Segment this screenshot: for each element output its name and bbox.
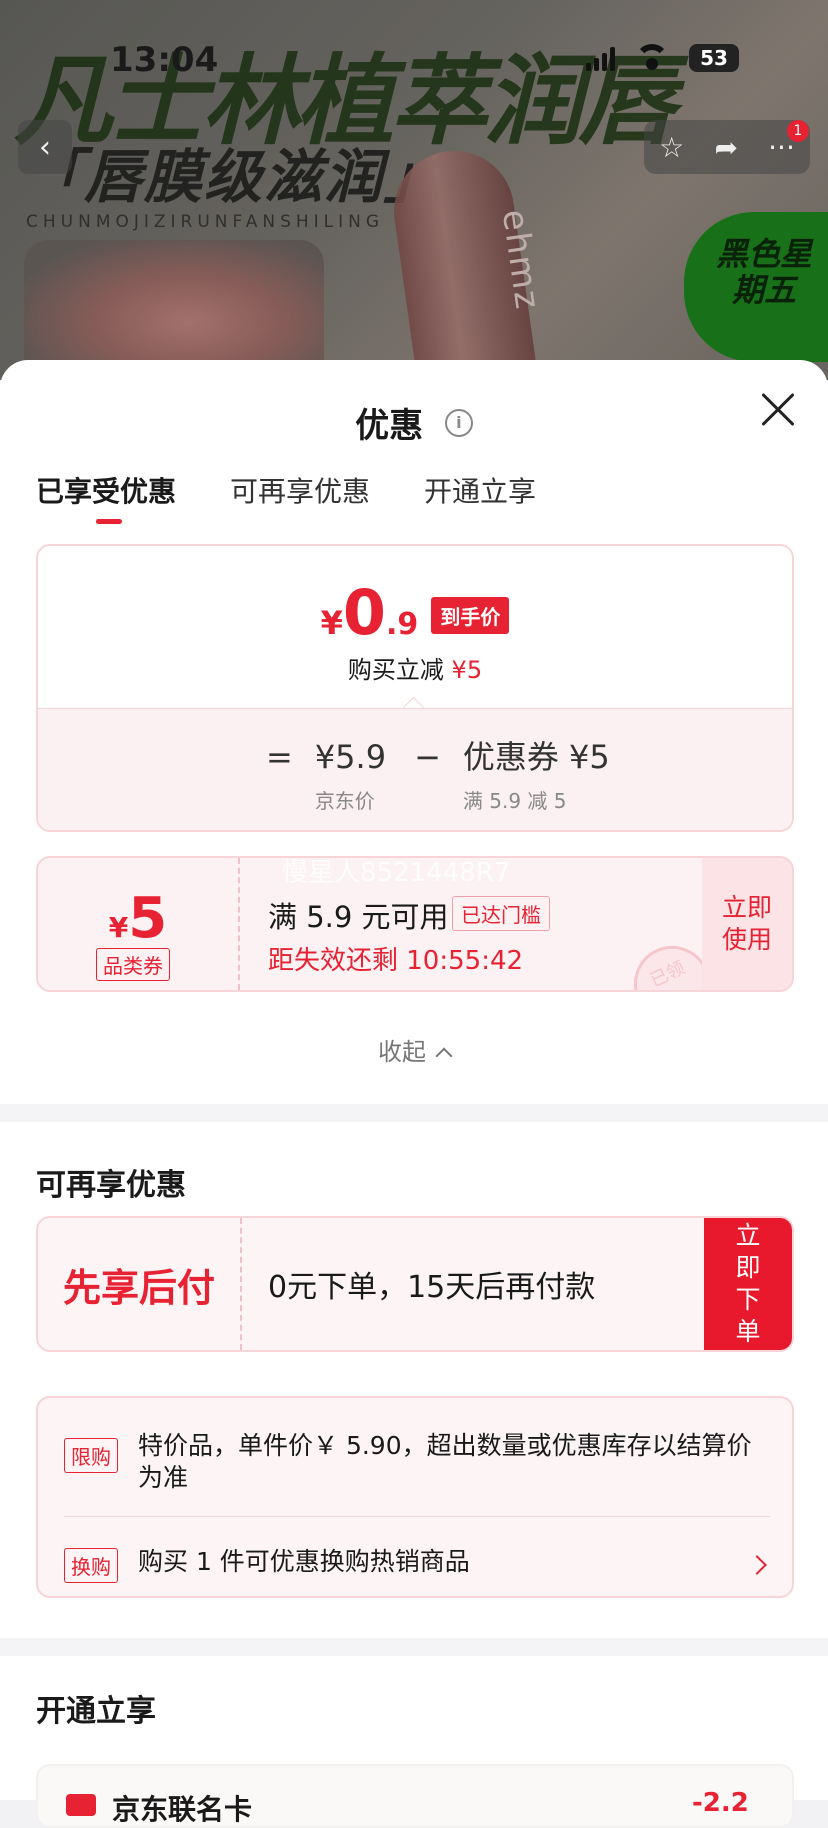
chevron-left-icon: ‹ bbox=[39, 129, 51, 165]
sheet-title: 优惠 i bbox=[0, 398, 828, 447]
final-price-tag: 到手价 bbox=[431, 597, 510, 634]
section-title-more: 可再享优惠 bbox=[36, 1168, 186, 1203]
coupon-deduction: 优惠券 ¥5 满 5.9 减 5 bbox=[462, 738, 610, 813]
chevron-up-icon bbox=[435, 1047, 453, 1065]
rule-text-exchange[interactable]: 购买 1 件可优惠换购热销商品 bbox=[138, 1546, 470, 1578]
coupon-watermark: 慢星人8521448R7 bbox=[282, 858, 511, 888]
coupon-amount: ¥5 bbox=[108, 886, 168, 951]
chevron-right-icon[interactable] bbox=[747, 1555, 767, 1575]
rule-text-limit: 特价品，单件价￥ 5.90，超出数量或优惠库存以结算价为准 bbox=[138, 1431, 752, 1492]
minus-sign: − bbox=[414, 738, 441, 776]
coupon-value-section: ¥5 品类券 bbox=[38, 858, 240, 990]
member-offer-amount: -2.2 bbox=[692, 1788, 749, 1818]
sheet-tabs: 已享受优惠 可再享优惠 开通立享 bbox=[36, 470, 536, 524]
member-offer-card[interactable]: 京东联名卡 -2.2 bbox=[36, 1764, 794, 1828]
purchase-reduction: 购买立减 ¥5 bbox=[347, 656, 483, 684]
notification-badge: 1 bbox=[787, 120, 809, 142]
bnpl-title: 先享后付 bbox=[38, 1218, 242, 1350]
buy-now-pay-later-card: 先享后付 0元下单，15天后再付款 立即下单 bbox=[36, 1216, 794, 1352]
threshold-badge: 已达门槛 bbox=[452, 896, 550, 931]
star-icon[interactable]: ☆ bbox=[659, 131, 684, 164]
rule-tag-limit: 限购 bbox=[64, 1438, 118, 1473]
order-now-button[interactable]: 立即下单 bbox=[704, 1218, 792, 1350]
wifi-icon bbox=[633, 44, 671, 72]
status-icons: 53 bbox=[586, 44, 739, 72]
final-price-card: ¥0.9 到手价 购买立减 ¥5 = ¥5.9 京东价 − 优惠券 ¥5 满 5… bbox=[36, 544, 794, 832]
purchase-rules-card: 限购 特价品，单件价￥ 5.90，超出数量或优惠库存以结算价为准 换购 购买 1… bbox=[36, 1396, 794, 1598]
collapse-button[interactable]: 收起 bbox=[0, 1032, 828, 1067]
signal-icon bbox=[586, 45, 615, 71]
rule-tag-exchange: 换购 bbox=[64, 1548, 118, 1583]
tab-more-discounts[interactable]: 可再享优惠 bbox=[230, 470, 370, 524]
back-button[interactable]: ‹ bbox=[18, 120, 72, 174]
coupon-condition: 满 5.9 元可用 bbox=[268, 900, 449, 934]
jd-price: ¥5.9 京东价 bbox=[314, 738, 387, 813]
discount-sheet: 优惠 i 已享受优惠 可再享优惠 开通立享 ¥0.9 到手价 购买立减 ¥5 =… bbox=[0, 360, 828, 1828]
sheet-title-text: 优惠 bbox=[355, 406, 424, 446]
section-title-open: 开通立享 bbox=[36, 1694, 156, 1729]
member-offer-text: 京东联名卡 bbox=[112, 1793, 253, 1826]
close-button[interactable] bbox=[758, 390, 798, 430]
price-breakdown: = ¥5.9 京东价 − 优惠券 ¥5 满 5.9 减 5 bbox=[38, 708, 792, 830]
status-time: 13:04 bbox=[110, 40, 219, 80]
tab-open-now[interactable]: 开通立享 bbox=[424, 470, 536, 524]
nav-action-group: ☆ ➦ ··· bbox=[644, 120, 810, 174]
tab-enjoyed[interactable]: 已享受优惠 bbox=[36, 470, 176, 524]
battery-icon: 53 bbox=[689, 44, 739, 72]
bnpl-description: 0元下单，15天后再付款 bbox=[268, 1270, 596, 1305]
coupon-type: 品类券 bbox=[96, 948, 170, 981]
category-coupon: ¥5 品类券 慢星人8521448R7 满 5.9 元可用 已达门槛 距失效还剩… bbox=[36, 856, 794, 992]
coupon-countdown: 距失效还剩 10:55:42 bbox=[268, 946, 524, 976]
equals-sign: = bbox=[266, 738, 293, 776]
use-coupon-button[interactable]: 立即使用 bbox=[702, 858, 792, 990]
share-icon[interactable]: ➦ bbox=[714, 131, 737, 164]
final-price: ¥0.9 到手价 bbox=[38, 576, 792, 649]
card-icon bbox=[66, 1794, 96, 1816]
info-icon[interactable]: i bbox=[444, 408, 473, 437]
